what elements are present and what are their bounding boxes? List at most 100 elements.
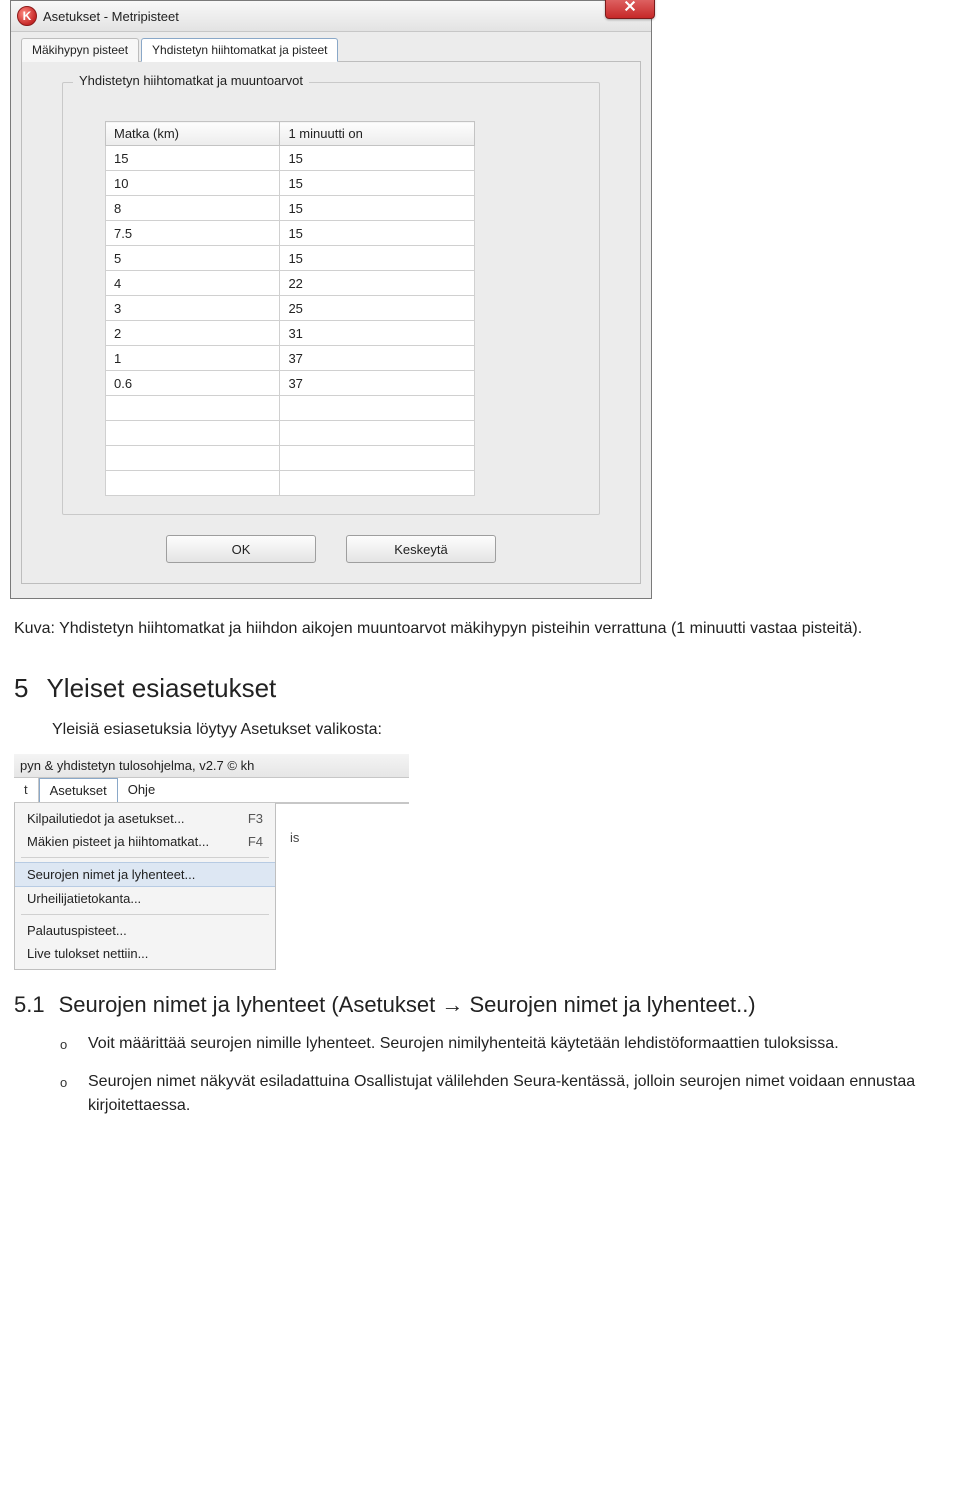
cell-1-minuutti[interactable]: 37 <box>280 346 475 371</box>
menubar-item-ohje[interactable]: Ohje <box>118 778 165 802</box>
menu-item-shortcut: F4 <box>248 834 263 849</box>
close-button[interactable] <box>605 0 655 19</box>
section-5-1-number: 5.1 <box>14 992 45 1018</box>
dialog-body: Mäkihypyn pisteet Yhdistetyn hiihtomatka… <box>11 32 651 598</box>
table-row[interactable]: 0.637 <box>106 371 475 396</box>
dialog-button-row: OK Keskeytä <box>62 535 600 563</box>
bullet-item: o Voit määrittää seurojen nimille lyhent… <box>60 1032 960 1056</box>
table-row[interactable]: 1515 <box>106 146 475 171</box>
menu-item-label: Mäkien pisteet ja hiihtomatkat... <box>27 834 209 849</box>
table-row[interactable]: 815 <box>106 196 475 221</box>
cancel-button[interactable]: Keskeytä <box>346 535 496 563</box>
cell-matka[interactable]: 8 <box>106 196 280 221</box>
section-5-number: 5 <box>14 669 28 708</box>
cell-1-minuutti[interactable]: 15 <box>280 196 475 221</box>
col-matka[interactable]: Matka (km) <box>106 122 280 146</box>
menu-item-label: Seurojen nimet ja lyhenteet... <box>27 867 195 882</box>
table-row[interactable]: 7.515 <box>106 221 475 246</box>
cell-matka[interactable]: 4 <box>106 271 280 296</box>
table-row[interactable]: 515 <box>106 246 475 271</box>
cell-matka[interactable]: 10 <box>106 171 280 196</box>
section-5-intro: Yleisiä esiasetuksia löytyy Asetukset va… <box>52 718 946 742</box>
cell-1-minuutti[interactable]: 15 <box>280 221 475 246</box>
menu-item-seurojen-nimet[interactable]: Seurojen nimet ja lyhenteet... <box>15 862 275 887</box>
cell-1-minuutti[interactable]: 37 <box>280 371 475 396</box>
table-row[interactable] <box>106 396 475 421</box>
menu-side-panel: is <box>276 803 409 970</box>
cell-matka[interactable] <box>106 446 280 471</box>
tab-panel: Yhdistetyn hiihtomatkat ja muuntoarvot M… <box>21 61 641 584</box>
cell-matka[interactable]: 5 <box>106 246 280 271</box>
bullet-text: Voit määrittää seurojen nimille lyhentee… <box>88 1032 839 1056</box>
table-row[interactable]: 422 <box>106 271 475 296</box>
table-row[interactable]: 325 <box>106 296 475 321</box>
bullet-marker: o <box>60 1070 74 1118</box>
cell-1-minuutti[interactable]: 22 <box>280 271 475 296</box>
bullet-item: o Seurojen nimet näkyvät esiladattuina O… <box>60 1070 960 1118</box>
close-icon <box>623 0 637 13</box>
menu-item-label: Kilpailutiedot ja asetukset... <box>27 811 185 826</box>
menu-item-live-tulokset[interactable]: Live tulokset nettiin... <box>15 942 275 965</box>
table-row[interactable]: 1015 <box>106 171 475 196</box>
menu-item-shortcut: F3 <box>248 811 263 826</box>
data-table[interactable]: Matka (km) 1 minuutti on 151510158157.51… <box>105 121 475 496</box>
section-5-title: Yleiset esiasetukset <box>46 669 276 708</box>
cell-matka[interactable]: 3 <box>106 296 280 321</box>
figure-caption: Kuva: Yhdistetyn hiihtomatkat ja hiihdon… <box>14 617 946 641</box>
side-text-fragment: is <box>290 830 299 845</box>
titlebar: K Asetukset - Metripisteet <box>11 1 651 32</box>
table-row[interactable] <box>106 471 475 496</box>
cell-1-minuutti[interactable] <box>280 396 475 421</box>
bullet-marker: o <box>60 1032 74 1056</box>
section-5-1-heading: 5.1 Seurojen nimet ja lyhenteet (Asetuks… <box>14 992 946 1018</box>
cell-matka[interactable] <box>106 396 280 421</box>
group-yhdistetyn-muuntoarvot: Yhdistetyn hiihtomatkat ja muuntoarvot M… <box>62 82 600 515</box>
cell-1-minuutti[interactable] <box>280 421 475 446</box>
menubar-item-asetukset[interactable]: Asetukset <box>39 778 118 802</box>
menu-item-urheilijatietokanta[interactable]: Urheilijatietokanta... <box>15 887 275 910</box>
menu-item-makien-pisteet[interactable]: Mäkien pisteet ja hiihtomatkat... F4 <box>15 830 275 853</box>
tab-strip: Mäkihypyn pisteet Yhdistetyn hiihtomatka… <box>21 38 641 62</box>
menu-item-palautuspisteet[interactable]: Palautuspisteet... <box>15 919 275 942</box>
menu-item-label: Urheilijatietokanta... <box>27 891 141 906</box>
table-row[interactable]: 137 <box>106 346 475 371</box>
app-icon: K <box>17 6 37 26</box>
app-title-line: pyn & yhdistetyn tulosohjelma, v2.7 © kh <box>14 754 409 778</box>
asetukset-dropdown: Kilpailutiedot ja asetukset... F3 Mäkien… <box>14 803 276 970</box>
tab-yhdistetyn-hiihtomatkat[interactable]: Yhdistetyn hiihtomatkat ja pisteet <box>141 38 338 62</box>
cell-matka[interactable]: 1 <box>106 346 280 371</box>
cell-1-minuutti[interactable]: 31 <box>280 321 475 346</box>
ok-button[interactable]: OK <box>166 535 316 563</box>
table-row[interactable]: 231 <box>106 321 475 346</box>
cell-matka[interactable]: 15 <box>106 146 280 171</box>
section-5-1-title: Seurojen nimet ja lyhenteet (Asetukset →… <box>59 992 756 1018</box>
section-5-heading: 5 Yleiset esiasetukset <box>14 669 946 708</box>
menubar: t Asetukset Ohje <box>14 778 409 803</box>
menu-item-kilpailutiedot[interactable]: Kilpailutiedot ja asetukset... F3 <box>15 807 275 830</box>
cell-matka[interactable] <box>106 421 280 446</box>
cell-1-minuutti[interactable]: 15 <box>280 146 475 171</box>
group-title: Yhdistetyn hiihtomatkat ja muuntoarvot <box>73 73 309 88</box>
section-5-1-bullets: o Voit määrittää seurojen nimille lyhent… <box>60 1032 960 1118</box>
menu-item-label: Palautuspisteet... <box>27 923 127 938</box>
app-icon-letter: K <box>23 10 32 22</box>
bullet-text: Seurojen nimet näkyvät esiladattuina Osa… <box>88 1070 960 1118</box>
menu-screenshot: pyn & yhdistetyn tulosohjelma, v2.7 © kh… <box>14 754 409 970</box>
cell-1-minuutti[interactable]: 25 <box>280 296 475 321</box>
menubar-item-t[interactable]: t <box>14 778 39 802</box>
settings-dialog: K Asetukset - Metripisteet Mäkihypyn pis… <box>10 0 652 599</box>
dialog-title: Asetukset - Metripisteet <box>43 9 179 24</box>
cell-matka[interactable]: 7.5 <box>106 221 280 246</box>
table-row[interactable] <box>106 446 475 471</box>
cell-1-minuutti[interactable]: 15 <box>280 171 475 196</box>
cell-matka[interactable]: 2 <box>106 321 280 346</box>
menu-separator <box>21 914 269 915</box>
cell-matka[interactable]: 0.6 <box>106 371 280 396</box>
tab-makihyppy-pisteet[interactable]: Mäkihypyn pisteet <box>21 38 139 62</box>
col-1-minuutti[interactable]: 1 minuutti on <box>280 122 475 146</box>
cell-1-minuutti[interactable] <box>280 471 475 496</box>
cell-1-minuutti[interactable]: 15 <box>280 246 475 271</box>
cell-1-minuutti[interactable] <box>280 446 475 471</box>
cell-matka[interactable] <box>106 471 280 496</box>
table-row[interactable] <box>106 421 475 446</box>
